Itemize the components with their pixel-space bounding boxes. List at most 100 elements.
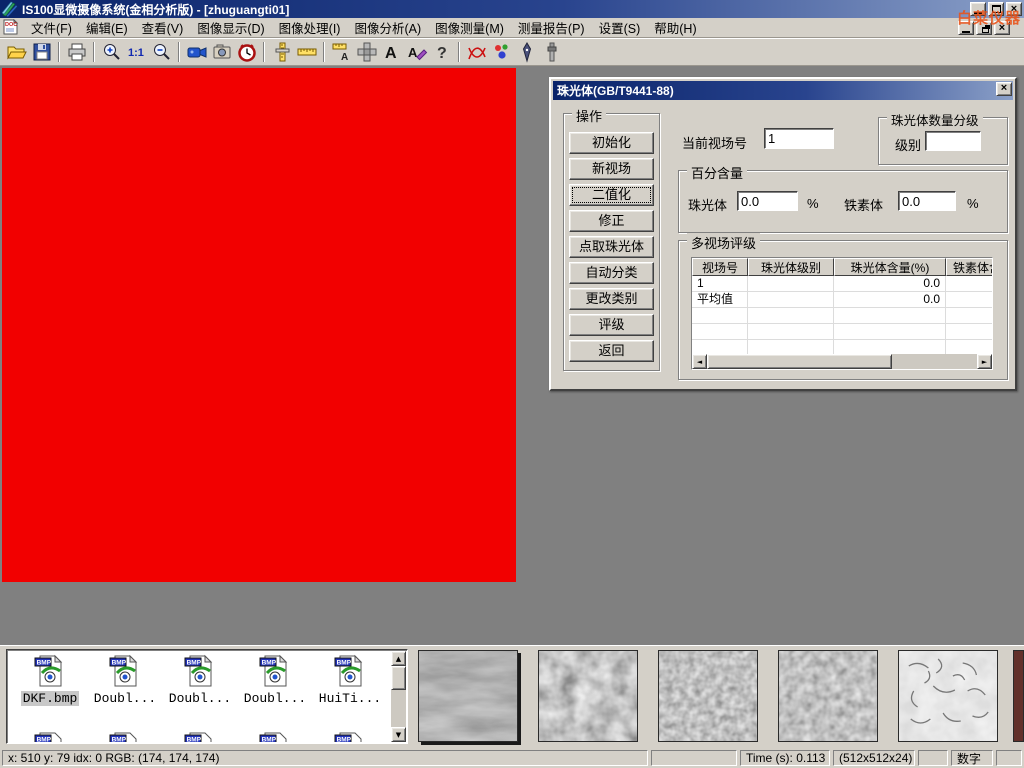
- file-item[interactable]: BMP HuiTi...: [314, 654, 386, 706]
- scrollbar-track[interactable]: [892, 354, 977, 369]
- pick-pearlite-button[interactable]: 点取珠光体: [569, 236, 654, 258]
- file-item[interactable]: BMP DKF.bmp: [14, 654, 86, 706]
- mdi-minimize-button[interactable]: [958, 21, 974, 35]
- bmp-file-icon: BMP: [108, 654, 142, 688]
- timer-button[interactable]: [234, 40, 259, 64]
- grade-label: 级别: [895, 135, 921, 154]
- close-button[interactable]: ×: [1006, 2, 1022, 16]
- scroll-up-button[interactable]: ▲: [391, 651, 406, 666]
- header-field-no: 视场号: [692, 258, 748, 276]
- metallograph-image[interactable]: [2, 68, 516, 582]
- actual-size-button[interactable]: 1:1: [124, 40, 149, 64]
- grade-input[interactable]: [925, 131, 981, 151]
- menu-image-process[interactable]: 图像处理(I): [272, 16, 348, 39]
- percent-group: 百分含量 珠光体 % 铁素体 %: [678, 170, 1008, 233]
- grade-group: 珠光体数量分级 级别: [878, 117, 1008, 165]
- caliper-button[interactable]: [269, 40, 294, 64]
- minimize-button[interactable]: [970, 2, 986, 16]
- zoom-out-button[interactable]: [149, 40, 174, 64]
- thumbnail-partial[interactable]: [1013, 650, 1024, 742]
- file-item[interactable]: BMP: [314, 731, 386, 742]
- dialog-close-button[interactable]: ×: [996, 82, 1012, 96]
- init-button[interactable]: 初始化: [569, 132, 654, 154]
- open-button[interactable]: [4, 40, 29, 64]
- file-item[interactable]: BMP: [239, 731, 311, 742]
- scrollbar-track[interactable]: [391, 690, 406, 727]
- bmp-badge: BMP: [37, 737, 52, 743]
- pen-tool-button[interactable]: [514, 40, 539, 64]
- file-name[interactable]: HuiTi...: [317, 691, 383, 706]
- text-tool-button[interactable]: A: [379, 40, 404, 64]
- menu-edit[interactable]: 编辑(E): [79, 16, 135, 39]
- calibrate-button[interactable]: A: [329, 40, 354, 64]
- thumbnail-coarse[interactable]: [538, 650, 638, 742]
- scrollbar-thumb[interactable]: [391, 666, 406, 690]
- percent-group-label: 百分含量: [687, 163, 747, 182]
- change-class-button[interactable]: 更改类别: [569, 288, 654, 310]
- table-horizontal-scrollbar[interactable]: ◄ ►: [692, 354, 992, 369]
- scroll-down-button[interactable]: ▼: [391, 727, 406, 742]
- thumbnail-graphite-flakes[interactable]: [898, 650, 998, 742]
- current-field-input[interactable]: [764, 128, 834, 149]
- video-capture-button[interactable]: [184, 40, 209, 64]
- phase-particles-button[interactable]: [489, 40, 514, 64]
- scroll-right-button[interactable]: ►: [977, 354, 992, 369]
- pearlite-percent-input[interactable]: [737, 191, 798, 211]
- menu-settings[interactable]: 设置(S): [592, 16, 648, 39]
- file-name[interactable]: Doubl...: [92, 691, 158, 706]
- binarize-button[interactable]: 二值化: [569, 184, 654, 206]
- flashlight-button[interactable]: [539, 40, 564, 64]
- save-button[interactable]: [29, 40, 54, 64]
- scroll-left-button[interactable]: ◄: [692, 354, 707, 369]
- return-button[interactable]: 返回: [569, 340, 654, 362]
- annotate-button[interactable]: A: [404, 40, 429, 64]
- maximize-button[interactable]: [988, 2, 1004, 16]
- menu-help[interactable]: 帮助(H): [647, 16, 703, 39]
- menu-image-measure[interactable]: 图像测量(M): [428, 16, 511, 39]
- correct-button[interactable]: 修正: [569, 210, 654, 232]
- file-name[interactable]: Doubl...: [167, 691, 233, 706]
- menu-image-display[interactable]: 图像显示(D): [190, 16, 271, 39]
- rate-button[interactable]: 评级: [569, 314, 654, 336]
- pen-nib-icon: [516, 41, 538, 63]
- toolbar-separator: [323, 42, 325, 62]
- toolbar: 1:1 A A A ?: [0, 38, 1024, 66]
- table-row[interactable]: 平均值 0.0: [692, 292, 992, 308]
- help-button[interactable]: ?: [429, 40, 454, 64]
- scrollbar-thumb[interactable]: [707, 354, 892, 369]
- file-item[interactable]: BMP: [14, 731, 86, 742]
- menu-view[interactable]: 查看(V): [135, 16, 191, 39]
- thumbnail-fine-2[interactable]: [778, 650, 878, 742]
- curve-cut-button[interactable]: [464, 40, 489, 64]
- file-item[interactable]: BMP Doubl...: [89, 654, 161, 706]
- file-name[interactable]: DKF.bmp: [21, 691, 80, 706]
- rating-table[interactable]: 视场号 珠光体级别 珠光体含量(%) 铁素体含量(%) 1 0.0 平均值 0.…: [691, 257, 993, 370]
- auto-classify-button[interactable]: 自动分类: [569, 262, 654, 284]
- zoom-in-button[interactable]: [99, 40, 124, 64]
- file-item[interactable]: BMP Doubl...: [239, 654, 311, 706]
- mdi-close-button[interactable]: ×: [994, 21, 1010, 35]
- dialog-title-bar[interactable]: 珠光体(GB/T9441-88): [553, 81, 1013, 100]
- new-field-button[interactable]: 新视场: [569, 158, 654, 180]
- grid-tool-button[interactable]: [354, 40, 379, 64]
- file-name[interactable]: Doubl...: [242, 691, 308, 706]
- file-list-scrollbar[interactable]: ▲ ▼: [391, 651, 406, 742]
- file-item[interactable]: BMP: [89, 731, 161, 742]
- ferrite-percent-input[interactable]: [898, 191, 956, 211]
- mdi-restore-button[interactable]: [976, 21, 992, 35]
- table-header: 视场号 珠光体级别 珠光体含量(%) 铁素体含量(%): [692, 258, 992, 276]
- file-item[interactable]: BMP: [164, 731, 236, 742]
- file-item[interactable]: BMP Doubl...: [164, 654, 236, 706]
- snapshot-button[interactable]: [209, 40, 234, 64]
- print-button[interactable]: [64, 40, 89, 64]
- menu-file[interactable]: 文件(F): [24, 16, 79, 39]
- menu-image-analysis[interactable]: 图像分析(A): [347, 16, 428, 39]
- document-icon[interactable]: DOC: [2, 19, 20, 36]
- menu-measure-report[interactable]: 测量报告(P): [511, 16, 592, 39]
- thumbnail-banded[interactable]: [418, 650, 518, 742]
- text-a-icon: A: [385, 45, 397, 62]
- ruler-button[interactable]: [294, 40, 319, 64]
- table-row[interactable]: 1 0.0: [692, 276, 992, 292]
- thumbnail-fine-1[interactable]: [658, 650, 758, 742]
- file-list[interactable]: BMP DKF.bmp BMP Doubl... BMP Doubl... BM…: [6, 649, 408, 744]
